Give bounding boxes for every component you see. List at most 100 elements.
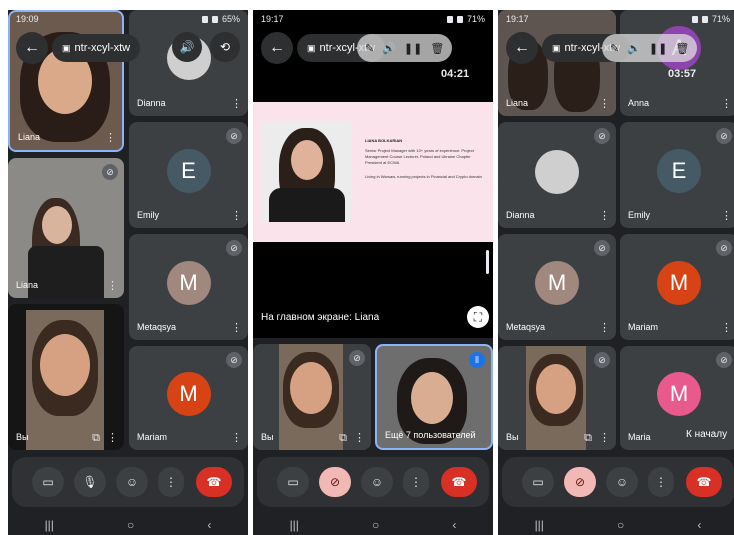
more-options-icon[interactable]: ⋮	[599, 211, 610, 222]
battery-level: 71%	[466, 14, 485, 24]
speaker-icon[interactable]: 🔊	[172, 32, 202, 62]
avatar: E	[657, 148, 701, 193]
mic-off-icon: ⊘	[349, 350, 365, 366]
more-options-icon[interactable]: ⋮	[721, 211, 732, 222]
participant-tile[interactable]: ⊘ E Emily ⋮	[129, 122, 248, 228]
participant-name: Metaqsya	[137, 322, 177, 332]
self-view-tile[interactable]: ⊘ Вы ⧉ ⋮	[253, 344, 371, 450]
more-options-icon[interactable]: ⋮	[721, 323, 732, 334]
mic-off-icon: ⊘	[594, 128, 610, 144]
system-nav-bar: ||| ○ ‹	[253, 515, 493, 535]
microphone-icon[interactable]: 🎙	[74, 467, 106, 497]
participant-tile[interactable]: ⊘ M Mariam ⋮	[620, 234, 734, 340]
pencil-icon[interactable]: ✎	[610, 42, 619, 55]
participant-tile[interactable]: ⊘ E Emily ⋮	[620, 122, 734, 228]
system-nav-bar: ||| ○ ‹	[8, 515, 248, 535]
home-icon[interactable]: ○	[127, 518, 134, 532]
more-options-icon[interactable]: ⋮	[158, 467, 184, 497]
more-options-icon[interactable]: ⋮	[231, 323, 242, 334]
call-controls: ▭ 🎙 ☺ ⋮ ☎	[12, 457, 244, 507]
participant-name: Вы	[16, 432, 29, 442]
end-call-icon[interactable]: ☎	[441, 467, 477, 497]
speaker-icon[interactable]: 🔊	[627, 42, 641, 55]
emoji-icon[interactable]: ☺	[361, 467, 393, 497]
back-arrow-icon[interactable]: ←	[261, 32, 293, 64]
phone-screen-3: 19:17 71% Liana ⋮ A Anna ⋮ ⊘ Dianna ⋮ ⊘ …	[498, 10, 734, 535]
participant-name: Maria	[628, 432, 651, 442]
recent-apps-icon[interactable]: |||	[535, 518, 544, 532]
switch-camera-icon[interactable]: ⟲	[210, 32, 240, 62]
more-options-icon[interactable]: ⋮	[599, 323, 610, 334]
slide-body: Living in Warsaw, running projects in Fi…	[365, 174, 482, 179]
participant-name: Вы	[261, 432, 274, 442]
mic-off-icon[interactable]: ⊘	[564, 467, 596, 497]
end-call-icon[interactable]: ☎	[196, 467, 232, 497]
meeting-code-pill[interactable]: ▣ ntr-xcyl-xtw	[52, 34, 141, 62]
home-icon[interactable]: ○	[617, 518, 624, 532]
emoji-icon[interactable]: ☺	[116, 467, 148, 497]
pencil-icon[interactable]: ✎	[365, 42, 374, 55]
self-view-tile[interactable]: ⊘ Вы ⧉ ⋮	[498, 346, 616, 450]
annotation-toolbar: ✎ 🔊 ❚❚ 🗑	[602, 34, 698, 62]
participant-name: Ещё 7 пользователей	[385, 430, 476, 440]
scrollbar[interactable]	[486, 250, 489, 274]
camera-icon[interactable]: ▭	[32, 467, 64, 497]
recent-apps-icon[interactable]: |||	[45, 518, 54, 532]
more-participants-tile[interactable]: ⦀ Ещё 7 пользователей	[375, 344, 493, 450]
more-options-icon[interactable]: ⋮	[231, 211, 242, 222]
participant-grid: Liana ⋮ Dianna ⋮ ⊘ E Emily ⋮ ⊘ Liana ⋮ ⊘	[8, 10, 248, 450]
recent-apps-icon[interactable]: |||	[290, 518, 299, 532]
slide-photo	[261, 122, 351, 222]
participant-tile[interactable]: ⊘ M Metaqsya ⋮	[498, 234, 616, 340]
back-arrow-icon[interactable]: ←	[16, 32, 48, 64]
frame-icon[interactable]: ⧉	[92, 433, 100, 444]
back-icon[interactable]: ‹	[452, 518, 456, 532]
participant-name: Mariam	[628, 322, 659, 332]
more-options-icon[interactable]: ⋮	[354, 433, 365, 444]
back-arrow-icon[interactable]: ←	[506, 32, 538, 64]
participant-name: Liana	[16, 280, 39, 290]
more-options-icon[interactable]: ⋮	[105, 133, 116, 144]
participant-tile[interactable]: ⊘ M Mariam ⋮	[129, 346, 248, 450]
more-options-icon[interactable]: ⋮	[599, 433, 610, 444]
camera-icon[interactable]: ▭	[522, 467, 554, 497]
mic-off-icon: ⊘	[226, 352, 242, 368]
calendar-icon: ▣	[62, 43, 71, 53]
annotation-toolbar: ✎ 🔊 ❚❚ 🗑	[357, 34, 453, 62]
participant-tile[interactable]: ⊘ Dianna ⋮	[498, 122, 616, 228]
pause-icon[interactable]: ❚❚	[404, 42, 422, 55]
slide-heading: LIANA BOLKARIAN	[365, 138, 403, 143]
speaker-icon[interactable]: 🔊	[382, 42, 396, 55]
trash-icon[interactable]: 🗑	[430, 42, 444, 55]
participant-name: Metaqsya	[506, 322, 546, 332]
more-options-icon[interactable]: ⋮	[231, 99, 242, 110]
fullscreen-icon[interactable]: ⛶	[467, 306, 489, 328]
frame-icon[interactable]: ⧉	[584, 433, 592, 444]
more-options-icon[interactable]: ⋮	[721, 99, 732, 110]
participant-name: Anna	[628, 98, 650, 108]
back-to-top-button[interactable]: К началу	[680, 426, 734, 443]
trash-icon[interactable]: 🗑	[675, 42, 689, 55]
dianna-avatar-photo	[535, 150, 579, 194]
back-icon[interactable]: ‹	[697, 518, 701, 532]
pause-icon[interactable]: ❚❚	[649, 42, 667, 55]
status-time: 19:09	[16, 14, 39, 24]
calendar-icon: ▣	[307, 43, 316, 53]
home-icon[interactable]: ○	[372, 518, 379, 532]
self-view-tile[interactable]: Вы ⧉ ⋮	[8, 304, 124, 450]
mic-off-icon[interactable]: ⊘	[319, 467, 351, 497]
participant-tile[interactable]: ⊘ M Metaqsya ⋮	[129, 234, 248, 340]
participant-tile[interactable]: ⊘ Liana ⋮	[8, 158, 124, 298]
more-options-icon[interactable]: ⋮	[107, 281, 118, 292]
end-call-icon[interactable]: ☎	[686, 467, 722, 497]
back-icon[interactable]: ‹	[207, 518, 211, 532]
camera-icon[interactable]: ▭	[277, 467, 309, 497]
more-options-icon[interactable]: ⋮	[648, 467, 674, 497]
more-options-icon[interactable]: ⋮	[107, 433, 118, 444]
more-options-icon[interactable]: ⋮	[403, 467, 429, 497]
frame-icon[interactable]: ⧉	[339, 433, 347, 444]
call-controls: ▭ ⊘ ☺ ⋮ ☎	[257, 457, 489, 507]
emoji-icon[interactable]: ☺	[606, 467, 638, 497]
more-options-icon[interactable]: ⋮	[599, 99, 610, 110]
more-options-icon[interactable]: ⋮	[231, 433, 242, 444]
